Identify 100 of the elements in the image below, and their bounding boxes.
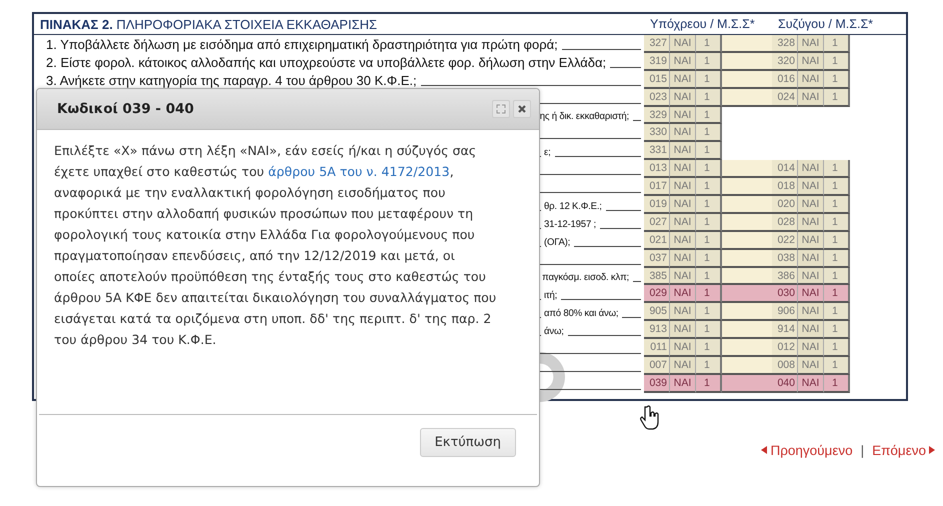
answer-cell: ΝΑΙ — [797, 232, 824, 250]
answer-cell: ΝΑΙ — [797, 178, 824, 196]
print-button[interactable]: Εκτύπωση — [420, 428, 516, 457]
value-cell: 1 — [696, 88, 722, 107]
value-cell: 1 — [824, 321, 850, 340]
code-cell: 329 — [644, 106, 669, 124]
question-text: παγκόσμ. εισοδ. κλπ; — [542, 271, 629, 286]
answer-cell: ΝΑΙ — [669, 196, 696, 214]
answer-cell: ΝΑΙ — [669, 88, 696, 107]
dialog-title: Κωδικοί 039 - 040 — [57, 101, 195, 117]
blank-cell — [722, 214, 772, 232]
value-cell: 1 — [824, 214, 850, 232]
answer-cell: ΝΑΙ — [797, 88, 824, 107]
value-cell: 1 — [824, 374, 850, 393]
value-cell: 1 — [696, 374, 722, 393]
code-cell: 319 — [644, 52, 669, 71]
dialog-text: Επιλέξτε «Χ» πάνω στη λέξη «ΝΑΙ», εάν εσείς ή/και η σύζυγός σας έχετε υπαχθεί στο καθεστώς του άρθρου 5Α του ν. 4172/2013, αναφορικά με την εναλλακτική φορολόγηση εισοδήματος που προκύπτει στην αλλοδαπή φυσικών προσώπων που μεταφέρουν τη φορολογική τους κατοικία στην Ελλάδα Για φορολογούμενους που πραγματοποίησαν επενδύσεις, από την 12/12/2019 και μετά, οι οποίες αποτελούν προϋπόθεση της ένταξής τους στο καθεστώς του άρθρου 5Α ΚΦΕ δεν απαιτείται δικαιολόγηση του συναλλάγματος που εισάγεται κατά τα οριζόμενα στη υποπ. δδ' της περιπτ. δ' της παρ. 2 του άρθρου 34 του Κ.Φ.Ε. — [54, 142, 498, 349]
code-cell: 017 — [644, 178, 669, 196]
value-cell: 1 — [696, 124, 722, 142]
code-cell: 330 — [644, 124, 669, 142]
code-cell: 023 — [644, 88, 669, 107]
question-text: ε; — [544, 146, 551, 160]
code-cell: 027 — [644, 214, 669, 232]
value-cell: 1 — [696, 142, 722, 160]
code-cell: 913 — [644, 321, 669, 340]
code-cell: 914 — [772, 321, 797, 340]
blank-cell — [722, 250, 772, 268]
answer-cell: ΝΑΙ — [669, 268, 696, 286]
column-header: Συζύγου / Μ.Σ.Σ* — [778, 17, 874, 31]
question-text: άνω; — [544, 325, 564, 340]
answer-cell: ΝΑΙ — [797, 52, 824, 71]
code-cell: 018 — [772, 178, 797, 196]
question-text: 1. Υποβάλλετε δήλωση με εισόδημα από επιχειρηματική δραστηριότητα για πρώτη φορά; — [46, 36, 558, 53]
value-cell: 1 — [824, 303, 850, 322]
law-link[interactable]: άρθρου 5Α του ν. 4172/2013 — [268, 164, 450, 179]
close-button[interactable] — [513, 100, 531, 118]
answer-cell: ΝΑΙ — [797, 196, 824, 214]
answer-cell: ΝΑΙ — [797, 374, 824, 393]
code-cell: 028 — [772, 214, 797, 232]
code-cell: 038 — [772, 250, 797, 268]
code-cell: 030 — [772, 285, 797, 304]
value-cell: 1 — [696, 303, 722, 322]
value-cell: 1 — [824, 250, 850, 268]
blank-cell — [722, 303, 772, 322]
question-text: ης ή δικ. εκκαθαριστή; — [540, 110, 629, 124]
value-cell: 1 — [824, 70, 850, 89]
blank-cell — [722, 178, 772, 196]
blank-cell — [722, 52, 772, 71]
value-cell: 1 — [824, 268, 850, 286]
blank-cell — [722, 321, 772, 340]
next-link[interactable]: Επόμενο — [872, 442, 935, 458]
answer-cell: ΝΑΙ — [797, 160, 824, 178]
answer-cell: ΝΑΙ — [797, 339, 824, 358]
answer-cell: ΝΑΙ — [797, 357, 824, 375]
value-cell: 1 — [824, 52, 850, 71]
answer-cell: ΝΑΙ — [669, 142, 696, 160]
value-cell: 1 — [696, 160, 722, 178]
answer-cell: ΝΑΙ — [797, 70, 824, 89]
answer-cell: ΝΑΙ — [669, 357, 696, 375]
code-cell: 039 — [644, 374, 669, 393]
code-cell: 327 — [644, 35, 669, 53]
value-cell: 1 — [696, 357, 722, 375]
form-title: ΠΙΝΑΚΑΣ 2. ΠΛΗΡΟΦΟΡΙΑΚΑ ΣΤΟΙΧΕΙΑ ΕΚΚΑΘΑΡΙΣΗΣ — [39, 16, 378, 32]
value-cell: 1 — [696, 52, 722, 71]
blank-cell — [722, 160, 772, 178]
value-cell: 1 — [824, 88, 850, 107]
code-cell: 385 — [644, 268, 669, 286]
hand-cursor-icon — [640, 404, 660, 431]
separator: | — [860, 442, 864, 458]
blank-cell — [722, 196, 772, 214]
code-cell: 014 — [772, 160, 797, 178]
question-text: ιτή; — [544, 289, 558, 304]
answer-cell: ΝΑΙ — [669, 250, 696, 268]
caret-left-icon — [761, 446, 768, 454]
previous-link[interactable]: Προηγούμενο — [761, 442, 853, 458]
value-cell: 1 — [696, 321, 722, 340]
code-cell: 020 — [772, 196, 797, 214]
value-cell: 1 — [696, 339, 722, 358]
blank-cell — [722, 374, 772, 393]
value-cell: 1 — [696, 214, 722, 232]
arc-drawing — [540, 352, 565, 402]
value-cell: 1 — [824, 196, 850, 214]
value-cell: 1 — [696, 268, 722, 286]
code-cell: 012 — [772, 339, 797, 358]
answer-cell: ΝΑΙ — [669, 303, 696, 322]
value-cell: 1 — [696, 70, 722, 89]
value-cell: 1 — [696, 196, 722, 214]
column-header: Υπόχρεου / Μ.Σ.Σ* — [649, 17, 756, 31]
value-cell: 1 — [696, 232, 722, 250]
code-cell: 019 — [644, 196, 669, 214]
answer-cell: ΝΑΙ — [669, 178, 696, 196]
blank-cell — [722, 232, 772, 250]
answer-cell: ΝΑΙ — [669, 214, 696, 232]
caret-right-icon — [929, 446, 935, 454]
answer-cell: ΝΑΙ — [669, 374, 696, 393]
answer-cell: ΝΑΙ — [669, 321, 696, 340]
code-cell: 328 — [772, 35, 797, 53]
code-cell: 011 — [644, 339, 669, 358]
value-cell: 1 — [824, 160, 850, 178]
answer-cell: ΝΑΙ — [669, 285, 696, 304]
